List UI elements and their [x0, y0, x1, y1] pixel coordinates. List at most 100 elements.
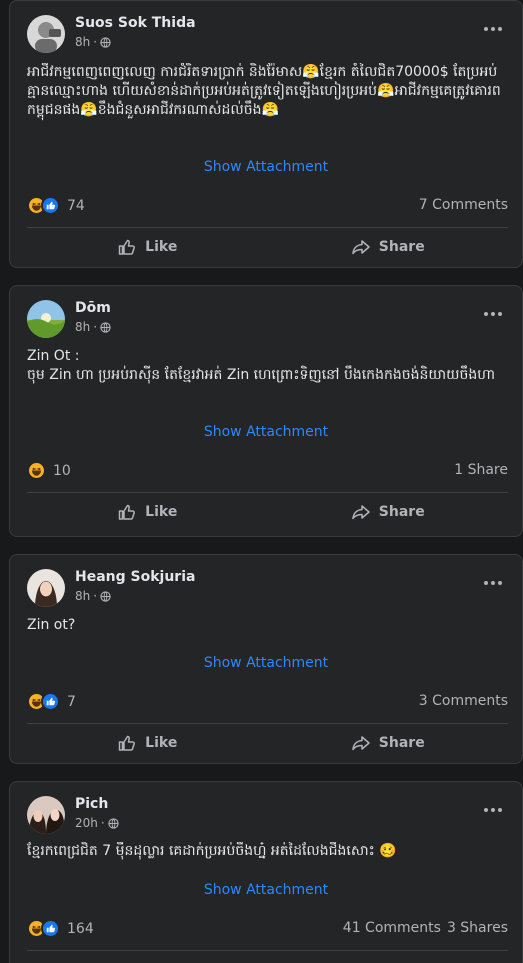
- post-stats: 164 41 Comments 3 Shares: [27, 919, 508, 941]
- engagement-counts: 41 Comments 3 Shares: [343, 920, 508, 936]
- meta-separator: ·: [93, 35, 98, 49]
- thumbs-up-icon: [118, 735, 136, 751]
- show-attachment-link: Show Attachment: [10, 159, 522, 175]
- reaction-count: 7: [67, 693, 76, 710]
- share-arrow-icon: [352, 736, 370, 751]
- like-label: Like: [145, 735, 178, 751]
- more-horizontal-icon: [484, 27, 488, 31]
- meta-separator: ·: [93, 320, 98, 334]
- engagement-counts: 1 Share: [454, 462, 508, 478]
- like-reaction-icon: [41, 692, 60, 711]
- comments-count[interactable]: 3 Comments: [419, 693, 508, 709]
- author-name[interactable]: Pich: [75, 796, 108, 812]
- more-options-button[interactable]: [479, 800, 507, 820]
- post-meta: 20h ·: [75, 816, 119, 830]
- show-attachment-label[interactable]: Show Attachment: [204, 159, 328, 175]
- shares-count[interactable]: 3 Shares: [447, 920, 508, 936]
- more-horizontal-icon: [484, 808, 488, 812]
- post-time[interactable]: 8h: [75, 320, 90, 334]
- reaction-summary[interactable]: 10: [27, 461, 71, 480]
- post-actions: Like Share: [27, 494, 508, 530]
- more-dot: [491, 581, 495, 585]
- show-attachment-link: Show Attachment: [10, 424, 522, 440]
- more-dot: [498, 581, 502, 585]
- share-button[interactable]: Share: [268, 229, 509, 265]
- post-stats: 7 3 Comments: [27, 692, 508, 714]
- more-horizontal-icon: [484, 581, 488, 585]
- meta-separator: ·: [100, 816, 105, 830]
- more-options-button[interactable]: [479, 304, 507, 324]
- post-text: Zin ot?: [27, 617, 76, 633]
- like-button[interactable]: Like: [27, 725, 268, 761]
- like-button[interactable]: Like: [27, 494, 268, 530]
- author-name[interactable]: Suos Sok Thida: [75, 15, 196, 31]
- show-attachment-label[interactable]: Show Attachment: [204, 655, 328, 671]
- show-attachment-label[interactable]: Show Attachment: [204, 882, 328, 898]
- more-dot: [491, 27, 495, 31]
- comments-count[interactable]: 41 Comments: [343, 920, 441, 936]
- more-options-button[interactable]: [479, 573, 507, 593]
- meta-separator: ·: [93, 589, 98, 603]
- divider: [27, 227, 508, 228]
- reaction-summary[interactable]: 7: [27, 692, 76, 711]
- more-horizontal-icon: [484, 312, 488, 316]
- post-time[interactable]: 8h: [75, 589, 90, 603]
- post-header: Pich 20h ·: [27, 796, 507, 836]
- globe-icon: [108, 817, 119, 829]
- show-attachment-link: Show Attachment: [10, 655, 522, 671]
- like-label: Like: [145, 504, 178, 520]
- more-dot: [498, 808, 502, 812]
- globe-icon: [100, 590, 111, 602]
- post-header: Dōm 8h ·: [27, 300, 507, 340]
- show-attachment-link: Show Attachment: [10, 882, 522, 898]
- author-name[interactable]: Heang Sokjuria: [75, 569, 195, 585]
- thumbs-up-icon: [118, 504, 136, 520]
- share-button[interactable]: Share: [268, 494, 509, 530]
- more-dot: [498, 312, 502, 316]
- avatar[interactable]: [27, 15, 65, 53]
- more-dot: [498, 27, 502, 31]
- reaction-summary[interactable]: 74: [27, 196, 85, 215]
- post-time[interactable]: 20h: [75, 816, 98, 830]
- more-options-button[interactable]: [479, 19, 507, 39]
- reaction-summary[interactable]: 164: [27, 919, 94, 938]
- author-name[interactable]: Dōm: [75, 300, 111, 316]
- globe-icon: [100, 321, 111, 333]
- thumbs-up-icon: [118, 239, 136, 255]
- comments-count[interactable]: 7 Comments: [419, 197, 508, 213]
- share-label: Share: [378, 735, 425, 751]
- post-text: អាជីវកម្មពេញពេញលេញ ការជំរិតទារប្រាក់ និង…: [27, 64, 501, 118]
- divider: [27, 723, 508, 724]
- post-actions: Like Share: [27, 725, 508, 761]
- more-dot: [491, 312, 495, 316]
- share-button[interactable]: Share: [268, 725, 509, 761]
- post-card: Dōm 8h · Zin Ot : ចុម Zin ហា ប្រអប់រាស៊ី…: [9, 285, 523, 537]
- more-dot: [491, 808, 495, 812]
- like-reaction-icon: [41, 919, 60, 938]
- post-stats: 74 7 Comments: [27, 196, 508, 218]
- engagement-counts: 3 Comments: [419, 693, 508, 709]
- post-card: Pich 20h · ខ្មែរកពេជ្រជិត 7 ម៉ឺនដុល្លារ …: [9, 781, 523, 963]
- post-text: Zin Ot : ចុម Zin ហា ប្រអប់រាស៊ីន តែខ្មែរ…: [27, 348, 496, 383]
- haha-reaction-icon: [27, 461, 46, 480]
- post-actions: Like Share: [27, 229, 508, 265]
- post-meta: 8h ·: [75, 35, 111, 49]
- divider: [27, 492, 508, 493]
- reaction-count: 164: [67, 920, 94, 937]
- show-attachment-label[interactable]: Show Attachment: [204, 424, 328, 440]
- post-card: Suos Sok Thida 8h · អាជីវកម្មពេញពេញលេញ ក…: [9, 0, 523, 268]
- share-label: Share: [378, 239, 425, 255]
- avatar[interactable]: [27, 569, 65, 607]
- share-label: Share: [378, 504, 425, 520]
- reaction-count: 10: [53, 462, 71, 479]
- post-header: Suos Sok Thida 8h ·: [27, 15, 507, 55]
- avatar[interactable]: [27, 300, 65, 338]
- post-time[interactable]: 8h: [75, 35, 90, 49]
- post-text: ខ្មែរកពេជ្រជិត 7 ម៉ឺនដុល្លារ គេដាក់ប្រអប…: [27, 843, 397, 859]
- avatar[interactable]: [27, 796, 65, 834]
- like-reaction-icon: [41, 196, 60, 215]
- post-stats: 10 1 Share: [27, 461, 508, 483]
- shares-count[interactable]: 1 Share: [454, 462, 508, 478]
- like-button[interactable]: Like: [27, 229, 268, 265]
- post-meta: 8h ·: [75, 589, 111, 603]
